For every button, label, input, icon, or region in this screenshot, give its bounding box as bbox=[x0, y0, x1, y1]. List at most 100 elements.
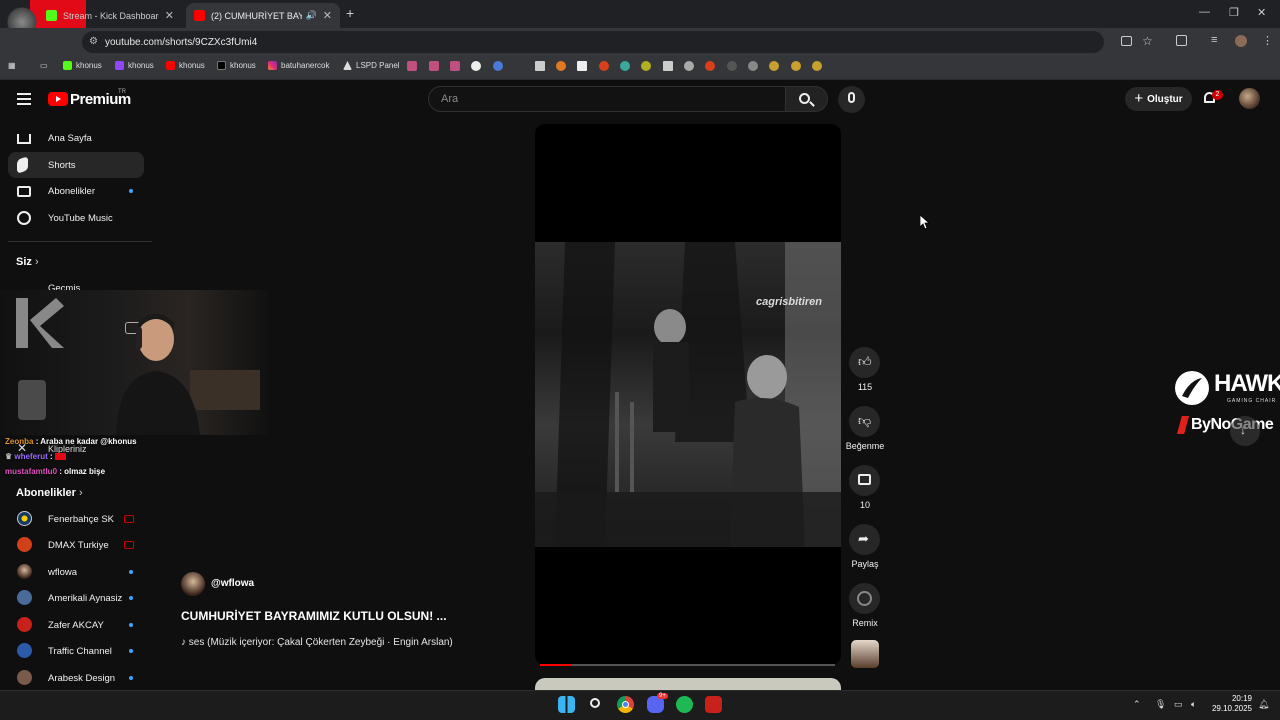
window-close-icon[interactable]: ✕ bbox=[1257, 6, 1266, 19]
channel-name[interactable]: @wflowa bbox=[211, 578, 254, 589]
new-content-dot bbox=[129, 189, 133, 193]
chat-badge-icon: ♛ bbox=[5, 452, 13, 461]
comments-button[interactable] bbox=[849, 465, 880, 496]
notification-center-icon[interactable]: 🔔︎ bbox=[1258, 699, 1269, 710]
bookmark-icon[interactable] bbox=[556, 61, 566, 71]
url-bar[interactable]: ⚙ youtube.com/shorts/9CZXc3fUmi4 bbox=[82, 31, 1104, 53]
remix-button[interactable] bbox=[849, 583, 880, 614]
bookmark-icon[interactable] bbox=[791, 61, 801, 71]
subscription-item[interactable]: DMAX Turkiye bbox=[8, 532, 144, 558]
clock[interactable]: 20:19 29.10.2025 bbox=[1210, 694, 1252, 714]
video-frame[interactable] bbox=[535, 242, 841, 547]
bookmark-khonus-x[interactable]: khonus bbox=[217, 61, 256, 70]
bookmark-icon[interactable] bbox=[769, 61, 779, 71]
channel-avatar[interactable] bbox=[181, 572, 205, 596]
sidebar-item-home[interactable]: Ana Sayfa bbox=[8, 125, 144, 151]
microphone-tray-icon[interactable]: 🎙︎ bbox=[1155, 699, 1166, 710]
sidebar-item-shorts[interactable]: Shorts bbox=[8, 152, 144, 178]
chrome-icon[interactable] bbox=[617, 696, 634, 713]
time: 20:19 bbox=[1231, 694, 1252, 703]
profile-avatar-icon[interactable] bbox=[1235, 35, 1247, 47]
close-icon[interactable]: ✕ bbox=[323, 9, 332, 22]
app-icon[interactable] bbox=[705, 696, 722, 713]
windows-start-icon[interactable] bbox=[558, 696, 575, 713]
subscription-item[interactable]: wflowa bbox=[8, 559, 144, 585]
new-tab-icon[interactable]: + bbox=[346, 5, 354, 21]
extensions-icon[interactable] bbox=[1176, 35, 1187, 46]
sidebar-section-subscriptions[interactable]: Abonelikler › bbox=[16, 487, 83, 499]
subscription-item[interactable]: Fenerbahçe SK bbox=[8, 506, 144, 532]
bookmark-icon[interactable] bbox=[450, 61, 460, 71]
search-button[interactable] bbox=[786, 86, 828, 112]
browser-menu-icon[interactable]: ⋮ bbox=[1262, 34, 1273, 47]
bookmark-icon[interactable] bbox=[577, 61, 587, 71]
voice-search-button[interactable] bbox=[838, 86, 865, 113]
bookmark-icon[interactable] bbox=[535, 61, 545, 71]
tray-overflow-icon[interactable]: ⌃ bbox=[1133, 699, 1141, 710]
create-button[interactable]: + Oluştur bbox=[1125, 87, 1192, 111]
bookmark-star-icon[interactable]: ☆ bbox=[1142, 34, 1153, 48]
site-info-icon[interactable]: ⚙ bbox=[89, 36, 98, 47]
spotify-icon[interactable] bbox=[676, 696, 693, 713]
video-watermark: cagrisbitiren bbox=[756, 296, 823, 308]
bookmark-icon[interactable] bbox=[620, 61, 630, 71]
remix-label: Remix bbox=[852, 618, 878, 628]
speaker-icon[interactable]: 🔊 bbox=[306, 10, 317, 21]
subscription-item[interactable]: Traffic Channel bbox=[8, 638, 144, 664]
tab-kick-dashboard[interactable]: Stream - Kick Dashboard ✕ bbox=[38, 3, 182, 28]
short-title[interactable]: CUMHURİYET BAYRAMIMIZ KUTLU OLSUN! ... bbox=[181, 609, 447, 623]
bookmark-icon[interactable] bbox=[493, 61, 503, 71]
bookmark-icon[interactable] bbox=[663, 61, 673, 71]
volume-icon[interactable]: 🔈︎ bbox=[1191, 699, 1196, 710]
install-app-icon[interactable] bbox=[1121, 36, 1132, 46]
menu-icon[interactable] bbox=[17, 93, 31, 105]
minimize-icon[interactable]: — bbox=[1199, 6, 1210, 18]
bookmark-khonus-kick[interactable]: khonus bbox=[63, 61, 102, 70]
twitch-icon bbox=[115, 61, 124, 70]
bookmark-icon[interactable] bbox=[748, 61, 758, 71]
bookmark-icon[interactable] bbox=[684, 61, 694, 71]
network-icon[interactable]: ▭ bbox=[1174, 699, 1183, 710]
bookmark-icon[interactable] bbox=[641, 61, 651, 71]
video-progress-fill bbox=[540, 664, 573, 666]
bookmark-icon[interactable] bbox=[471, 61, 481, 71]
sidebar-item-subscriptions[interactable]: Abonelikler bbox=[8, 178, 144, 204]
next-video-button[interactable]: ↓ bbox=[1230, 416, 1260, 446]
account-avatar[interactable] bbox=[1239, 88, 1260, 109]
bookmark-instagram[interactable]: batuhanercok bbox=[268, 61, 329, 70]
subscription-item[interactable]: Arabesk Design bbox=[8, 665, 144, 691]
bookmark-icon[interactable] bbox=[812, 61, 822, 71]
subscription-item[interactable]: Zafer AKCAY bbox=[8, 612, 144, 638]
bookmark-khonus-youtube[interactable]: khonus bbox=[166, 61, 205, 70]
apps-icon[interactable]: ▦ bbox=[8, 61, 16, 70]
taskbar-search-icon[interactable] bbox=[588, 696, 605, 713]
folder-icon[interactable]: ▭ bbox=[40, 61, 48, 70]
youtube-logo-icon[interactable] bbox=[48, 92, 68, 106]
like-button[interactable]: 👍︎ bbox=[849, 347, 880, 378]
short-music[interactable]: ♪ ses (Müzik içeriyor: Çakal Çökerten Ze… bbox=[181, 637, 453, 648]
new-content-dot bbox=[129, 596, 133, 600]
share-button[interactable]: ➦ bbox=[849, 524, 880, 555]
media-controls-icon[interactable]: ≡ bbox=[1211, 34, 1217, 46]
sound-thumbnail[interactable] bbox=[851, 640, 879, 668]
channel-avatar bbox=[17, 511, 32, 526]
channel-avatar bbox=[17, 643, 32, 658]
restore-icon[interactable]: ❐ bbox=[1229, 6, 1239, 19]
bookmark-icon[interactable] bbox=[407, 61, 417, 71]
bookmark-khonus-twitch[interactable]: khonus bbox=[115, 61, 154, 70]
tab-youtube-short[interactable]: (2) CUMHURİYET BAYRAMI 🔊 ✕ bbox=[186, 3, 340, 28]
video-progress-bar[interactable] bbox=[540, 664, 835, 666]
sidebar-section-you[interactable]: Siz › bbox=[16, 256, 39, 268]
close-icon[interactable]: ✕ bbox=[165, 9, 174, 22]
bookmark-lspd-panel[interactable]: LSPD Panel bbox=[343, 61, 400, 70]
subscription-item[interactable]: Amerikali Aynasiz bbox=[8, 585, 144, 611]
search-input[interactable]: Ara bbox=[428, 86, 786, 112]
bookmark-icon[interactable] bbox=[429, 61, 439, 71]
sidebar-item-youtube-music[interactable]: YouTube Music bbox=[8, 205, 144, 231]
bookmark-icon[interactable] bbox=[727, 61, 737, 71]
bookmark-icon[interactable] bbox=[705, 61, 715, 71]
dislike-button[interactable]: 👎︎ bbox=[849, 406, 880, 437]
subscriptions-icon bbox=[17, 186, 31, 197]
bookmark-icon[interactable] bbox=[599, 61, 609, 71]
discord-badge: 9+ bbox=[657, 693, 668, 699]
